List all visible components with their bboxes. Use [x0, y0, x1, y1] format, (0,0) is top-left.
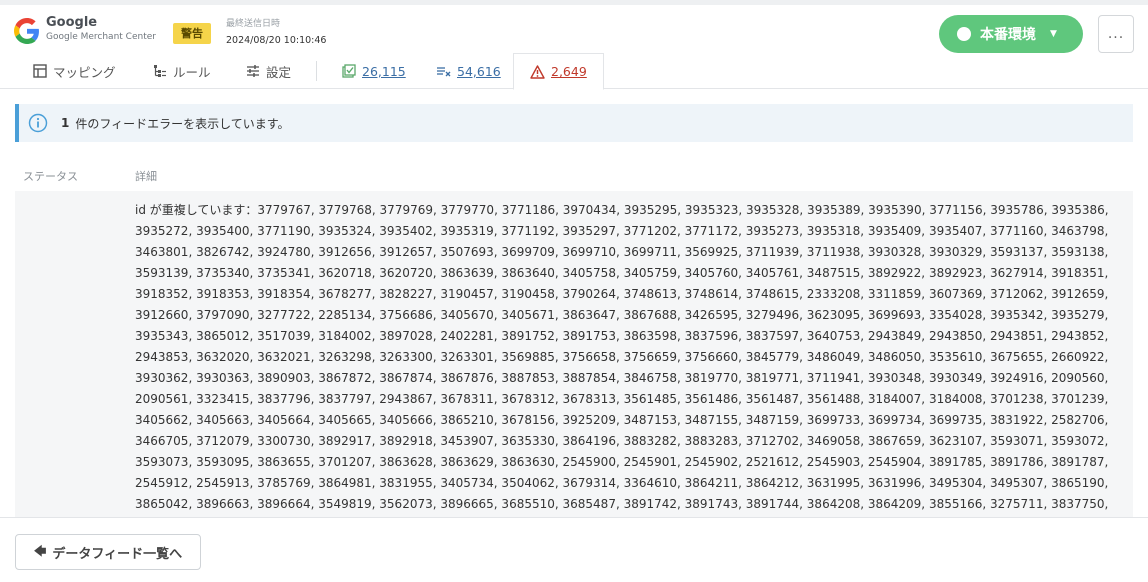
tab-label: マッピング — [53, 64, 116, 80]
tab-divider — [316, 61, 317, 81]
tab-rules[interactable]: ルール — [153, 53, 211, 89]
mapping-icon — [33, 64, 47, 78]
brand: Google Google Merchant Center — [46, 15, 156, 42]
arrow-left-icon: 🡄 — [33, 543, 47, 558]
info-icon — [28, 113, 48, 133]
warning-icon — [530, 64, 545, 79]
tab-bar: マッピング ルール 設定 26,115 54,616 2,649 — [0, 53, 1148, 90]
rules-icon — [154, 65, 166, 77]
tab-label: 54,616 — [457, 63, 501, 79]
last-sent-value: 2024/08/20 10:10:46 — [226, 35, 327, 46]
environment-button[interactable]: 本番環境 ▼ — [939, 15, 1083, 53]
error-detail-text: id が重複しています：3779767, 3779768, 3779769, 3… — [135, 203, 1109, 511]
environment-label: 本番環境 — [980, 27, 1036, 43]
info-notice: 1 件のフィードエラーを表示しています。 — [15, 104, 1133, 142]
column-header-detail: 詳細 — [135, 170, 157, 183]
tab-errors[interactable]: 2,649 — [513, 53, 604, 90]
tab-valid-items[interactable]: 26,115 — [342, 53, 406, 89]
tab-label: 2,649 — [551, 64, 587, 79]
error-count: 1 — [61, 116, 70, 130]
excluded-items-icon — [437, 67, 451, 77]
back-to-feed-list-button[interactable]: 🡄 データフィード一覧へ — [15, 534, 201, 570]
last-sent: 最終送信日時 2024/08/20 10:10:46 — [226, 16, 326, 46]
brand-name: Google — [46, 15, 98, 30]
tab-mapping[interactable]: マッピング — [33, 53, 116, 89]
back-button-label: データフィード一覧へ — [52, 546, 183, 562]
tab-label: ルール — [173, 64, 211, 80]
tab-settings[interactable]: 設定 — [246, 53, 291, 89]
notice-text: 件のフィードエラーを表示しています。 — [75, 116, 290, 131]
tab-label: 設定 — [266, 64, 292, 80]
status-dot-icon — [957, 27, 971, 41]
google-logo-icon — [14, 18, 39, 44]
table-row: id が重複しています：3779767, 3779768, 3779769, 3… — [15, 191, 1133, 517]
last-sent-label: 最終送信日時 — [226, 19, 281, 29]
settings-icon — [247, 65, 259, 77]
tab-label: 26,115 — [362, 63, 406, 79]
tab-excluded-items[interactable]: 54,616 — [437, 53, 501, 89]
valid-items-icon — [342, 64, 356, 78]
footer: 🡄 データフィード一覧へ — [0, 517, 1148, 582]
column-header-status: ステータス — [23, 170, 78, 183]
brand-subtitle: Google Merchant Center — [46, 32, 156, 42]
status-badge: 警告 — [173, 23, 211, 44]
caret-down-icon: ▼ — [1050, 29, 1057, 39]
more-menu-button[interactable]: ... — [1098, 15, 1134, 53]
header: Google Google Merchant Center 警告 最終送信日時 … — [0, 5, 1148, 53]
